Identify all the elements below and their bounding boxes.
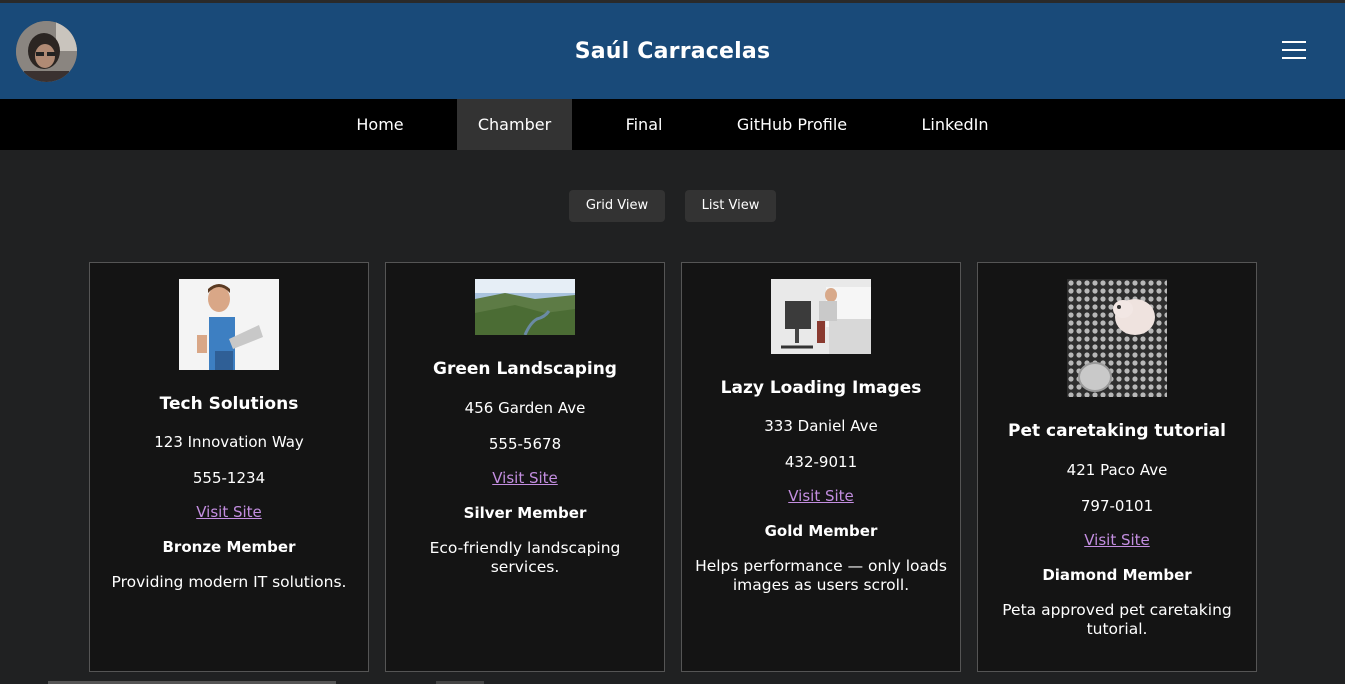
membership-level: Diamond Member: [1042, 566, 1192, 584]
membership-level: Bronze Member: [162, 538, 296, 556]
visit-site-link[interactable]: Visit Site: [492, 469, 558, 487]
member-description: Providing modern IT solutions.: [111, 573, 347, 591]
member-name: Green Landscaping: [433, 359, 617, 379]
hamburger-icon[interactable]: [1282, 41, 1306, 65]
member-phone: 555-5678: [488, 435, 562, 453]
member-image: [1067, 279, 1167, 397]
member-description: Peta approved pet caretaking tutorial.: [1002, 601, 1232, 638]
nav-item-final[interactable]: Final: [606, 99, 682, 150]
membership-level: Gold Member: [764, 522, 878, 540]
member-card: Lazy Loading Images 333 Daniel Ave 432-9…: [681, 262, 961, 672]
member-name: Tech Solutions: [159, 394, 299, 414]
site-header: Saúl Carracelas: [0, 3, 1345, 99]
member-name: Pet caretaking tutorial: [1008, 421, 1226, 441]
member-description: Eco-friendly landscaping services.: [429, 539, 621, 576]
member-address: 123 Innovation Way: [154, 433, 304, 451]
baby-bird-photo-icon: [1067, 279, 1167, 397]
member-image: [771, 279, 871, 354]
nav-item-chamber[interactable]: Chamber: [457, 99, 572, 150]
visit-site-link[interactable]: Visit Site: [788, 487, 854, 505]
member-card: Green Landscaping 456 Garden Ave 555-567…: [385, 262, 665, 672]
businessman-laptop-icon: [179, 279, 279, 370]
visit-site-link[interactable]: Visit Site: [1084, 531, 1150, 549]
nav-item-github-profile[interactable]: GitHub Profile: [717, 99, 867, 150]
member-card: Pet caretaking tutorial 421 Paco Ave 797…: [977, 262, 1257, 672]
member-image: [179, 279, 279, 370]
member-phone: 555-1234: [192, 469, 266, 487]
landscape-photo-icon: [475, 279, 575, 335]
grid-view-button[interactable]: Grid View: [569, 190, 665, 222]
member-phone: 432-9011: [784, 453, 858, 471]
member-address: 456 Garden Ave: [464, 399, 586, 417]
member-phone: 797-0101: [1080, 497, 1154, 515]
site-title: Saúl Carracelas: [574, 39, 771, 64]
member-description: Helps performance — only loads images as…: [695, 557, 947, 594]
list-view-button[interactable]: List View: [685, 190, 776, 222]
nav-item-linkedin[interactable]: LinkedIn: [902, 99, 1008, 150]
member-card: Tech Solutions 123 Innovation Way 555-12…: [89, 262, 369, 672]
member-image: [475, 279, 575, 335]
member-name: Lazy Loading Images: [720, 378, 922, 398]
member-address: 421 Paco Ave: [1066, 461, 1168, 479]
office-chair-photo-icon: [771, 279, 871, 354]
nav-item-home[interactable]: Home: [337, 99, 423, 150]
visit-site-link[interactable]: Visit Site: [196, 503, 262, 521]
main-nav: Home Chamber Final GitHub Profile Linked…: [0, 99, 1345, 150]
member-address: 333 Daniel Ave: [764, 417, 878, 435]
membership-level: Silver Member: [463, 504, 587, 522]
